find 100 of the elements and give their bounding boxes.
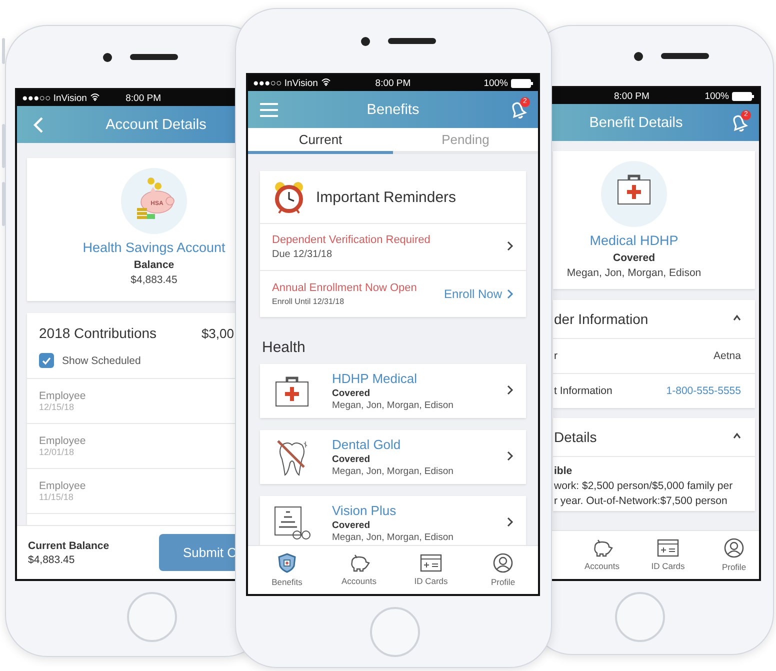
- battery-icon: [511, 78, 533, 88]
- plan-members: Megan, Jon, Morgan, Edison: [566, 267, 702, 279]
- section-header[interactable]: der Information: [553, 300, 755, 339]
- tab-bar-item[interactable]: ID Cards: [395, 546, 467, 594]
- speaker-slot: [660, 53, 708, 59]
- speaker-slot: [130, 54, 178, 60]
- profile-icon: [724, 538, 744, 558]
- side-button[interactable]: [2, 182, 5, 226]
- carrier-text: ●●●○○ InVision: [22, 92, 100, 104]
- tab-bar-item[interactable]: Accounts: [323, 546, 395, 594]
- piggy-bank-icon: [591, 539, 613, 557]
- chevron-icon: [506, 241, 514, 251]
- status-time: 8:00 PM: [375, 78, 411, 88]
- detail-text: r year. Out-of-Network:$7,500 person: [554, 495, 728, 507]
- wifi-icon: [90, 92, 100, 100]
- side-button[interactable]: [2, 124, 5, 168]
- contribution-date: 11/15/18: [39, 492, 74, 502]
- piggy-bank-icon: [348, 554, 370, 572]
- section-title: Health: [262, 339, 306, 356]
- account-name: Health Savings Account: [82, 240, 226, 255]
- status-time: 8:00 PM: [126, 92, 161, 104]
- benefit-name: Dental Gold: [332, 437, 402, 452]
- battery-icon: [732, 92, 754, 100]
- section-header[interactable]: Details: [553, 418, 755, 457]
- phone-link[interactable]: 1-800-555-5555: [666, 385, 741, 397]
- plan-name: Medical HDHP: [590, 233, 678, 248]
- header-title: Benefits: [366, 102, 420, 118]
- reminder-row[interactable]: Annual Enrollment Now Open Enroll Until 12/31/18 Enroll Now: [260, 270, 526, 317]
- id-card-icon: [657, 539, 679, 557]
- plan-status: Covered: [612, 252, 655, 264]
- camera-dot: [361, 36, 370, 46]
- camera-dot: [103, 52, 112, 62]
- header-title: Benefit Details: [588, 114, 684, 130]
- reminder-subtitle: Due 12/31/18: [272, 249, 334, 260]
- benefit-name: HDHP Medical: [332, 371, 418, 386]
- detail-text: work: $2,500 person/$5,000 family per: [554, 480, 734, 492]
- checkbox-label: Show Scheduled: [62, 354, 141, 366]
- battery-percent: 100%: [484, 78, 508, 88]
- reminder-title: Annual Enrollment Now Open: [272, 282, 417, 294]
- profile-icon: [493, 553, 513, 573]
- battery-percent: 100%: [704, 90, 729, 102]
- info-label: t Information: [554, 385, 612, 397]
- id-card-icon: [420, 554, 442, 572]
- benefit-status: Covered: [332, 520, 372, 531]
- status-time: 8:00 PM: [614, 90, 650, 102]
- section-title: der Information: [554, 311, 648, 327]
- show-scheduled-checkbox[interactable]: [39, 353, 54, 368]
- chevron-icon: [733, 431, 741, 441]
- chevron-icon: [506, 517, 514, 527]
- reminder-title: Dependent Verification Required: [272, 234, 430, 246]
- reminder-row[interactable]: Dependent Verification Required Due 12/31/18: [260, 224, 526, 270]
- current-balance-amount: $4,883.45: [28, 554, 76, 566]
- home-button[interactable]: [370, 607, 420, 657]
- contribution-date: 12/15/18: [39, 402, 76, 412]
- menu-icon[interactable]: [260, 102, 278, 116]
- info-label: r: [554, 350, 558, 362]
- benefit-card[interactable]: HDHP Medical Covered Megan, Jon, Morgan, Edison: [260, 364, 526, 418]
- header-title: Account Details: [104, 116, 208, 132]
- tab-bar-item[interactable]: Profile: [701, 531, 759, 579]
- side-button[interactable]: [2, 38, 5, 64]
- current-balance-label: Current Balance: [28, 540, 110, 552]
- contribution-type: Employee: [39, 435, 87, 447]
- contribution-type: Employee: [39, 480, 87, 492]
- medical-kit-icon: [601, 161, 667, 227]
- contribution-type: Employee: [39, 390, 87, 402]
- tab-bar-item[interactable]: Accounts: [569, 531, 635, 579]
- home-button[interactable]: [615, 592, 665, 642]
- tooth-icon: [274, 437, 310, 477]
- contributions-total: $3,00: [201, 326, 234, 340]
- benefit-status: Covered: [332, 454, 372, 465]
- chevron-icon: [506, 289, 514, 299]
- chevron-icon: [506, 451, 514, 461]
- info-value: Aetna: [714, 350, 741, 362]
- tab-bar-item[interactable]: Benefits: [251, 546, 323, 594]
- benefit-members: Megan, Jon, Morgan, Edison: [332, 400, 454, 411]
- home-button[interactable]: [127, 592, 177, 642]
- shield-icon: [277, 553, 297, 573]
- reminder-subtitle: Enroll Until 12/31/18: [272, 297, 346, 306]
- chevron-icon: [733, 313, 741, 323]
- section-title: Details: [554, 429, 597, 445]
- contribution-date: 12/01/18: [39, 447, 76, 457]
- checkmark-icon: [42, 356, 51, 364]
- carrier-text: ●●●○○ InVision: [253, 78, 331, 88]
- balance-amount: $4,883.45: [130, 274, 178, 286]
- chevron-icon: [506, 385, 514, 395]
- tab-bar-item[interactable]: Profile: [467, 546, 538, 594]
- balance-label: Balance: [134, 259, 174, 271]
- benefit-card[interactable]: Dental Gold Covered Megan, Jon, Morgan, Edison: [260, 430, 526, 484]
- benefit-status: Covered: [332, 388, 372, 399]
- eye-chart-icon: [272, 505, 312, 541]
- benefit-members: Megan, Jon, Morgan, Edison: [332, 466, 454, 477]
- benefit-members: Megan, Jon, Morgan, Edison: [332, 532, 454, 543]
- camera-dot: [634, 52, 642, 60]
- speaker-slot: [388, 38, 436, 44]
- wifi-icon: [320, 78, 331, 86]
- enroll-now-link[interactable]: Enroll Now: [444, 287, 514, 301]
- tab-bar-item[interactable]: ID Cards: [635, 531, 701, 579]
- detail-heading: ible: [554, 465, 574, 477]
- benefit-card[interactable]: Vision Plus Covered Megan, Jon, Morgan, Edison: [260, 496, 526, 545]
- benefit-name: Vision Plus: [332, 503, 398, 518]
